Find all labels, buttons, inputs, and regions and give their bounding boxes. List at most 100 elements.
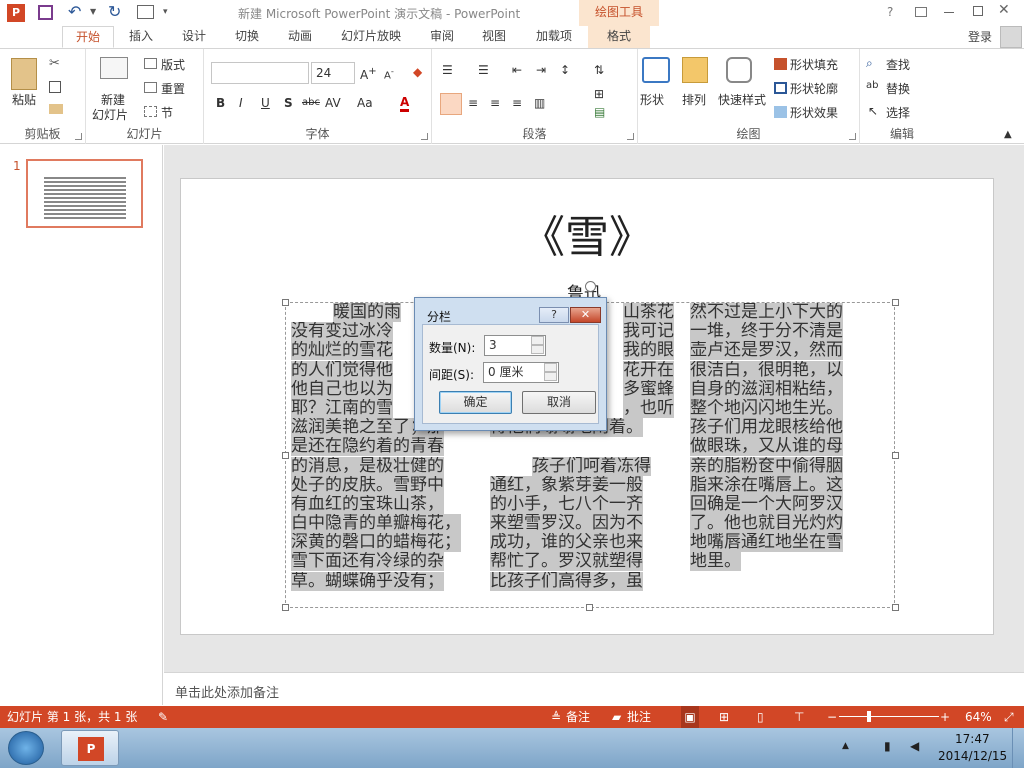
shapes-icon[interactable] bbox=[642, 57, 670, 83]
layout-button[interactable]: 版式 bbox=[161, 56, 185, 73]
count-up-arrow-icon[interactable] bbox=[531, 336, 544, 345]
restore-icon[interactable] bbox=[973, 6, 983, 16]
slide-title[interactable]: 《雪》 bbox=[181, 201, 993, 265]
columns-icon[interactable]: ▥ bbox=[534, 96, 545, 110]
resize-handle[interactable] bbox=[892, 452, 899, 459]
fit-to-window-icon[interactable]: ⤢ bbox=[1004, 706, 1014, 728]
slide-sorter-icon[interactable]: ⊞ bbox=[719, 706, 729, 728]
clock-time[interactable]: 17:47 bbox=[955, 732, 990, 746]
close-window-icon[interactable]: ✕ bbox=[998, 2, 1012, 20]
zoom-out-icon[interactable]: − bbox=[827, 706, 837, 728]
tray-arrow-icon[interactable]: ▲ bbox=[842, 741, 849, 751]
shrink-font-icon[interactable]: A- bbox=[384, 66, 394, 81]
numbering-icon[interactable]: ☰ bbox=[478, 63, 489, 77]
powerpoint-app-icon[interactable]: P bbox=[7, 4, 25, 22]
bullets-icon[interactable]: ☰ bbox=[442, 63, 453, 77]
quick-styles-button[interactable]: 快速样式 bbox=[718, 91, 766, 108]
new-slide-button-2[interactable]: 幻灯片 bbox=[92, 106, 128, 123]
shape-outline-button[interactable]: 形状轮廓 bbox=[790, 80, 838, 97]
tab-design[interactable]: 设计 bbox=[172, 26, 216, 48]
undo-dropdown-icon[interactable]: ▼ bbox=[90, 7, 96, 16]
tray-network-icon[interactable]: ▮ bbox=[884, 739, 891, 753]
slideshow-view-icon[interactable]: ⊤ bbox=[794, 706, 804, 728]
strikethrough-icon[interactable]: abc bbox=[302, 97, 320, 108]
show-desktop-button[interactable] bbox=[1012, 728, 1024, 768]
spacing-down-arrow-icon[interactable] bbox=[544, 372, 557, 381]
zoom-in-icon[interactable]: + bbox=[940, 706, 950, 728]
resize-handle[interactable] bbox=[282, 452, 289, 459]
resize-handle[interactable] bbox=[892, 604, 899, 611]
spacing-up-arrow-icon[interactable] bbox=[544, 363, 557, 372]
clock-date[interactable]: 2014/12/15 bbox=[938, 749, 1007, 763]
format-painter-icon[interactable] bbox=[49, 104, 63, 114]
font-color-icon[interactable]: A bbox=[400, 95, 410, 112]
select-button[interactable]: 选择 bbox=[886, 104, 910, 121]
notes-pane[interactable]: 单击此处添加备注 bbox=[164, 672, 1024, 705]
resize-handle[interactable] bbox=[586, 604, 593, 611]
drawing-launcher-icon[interactable] bbox=[849, 133, 856, 140]
tab-view[interactable]: 视图 bbox=[472, 26, 516, 48]
tab-slideshow[interactable]: 幻灯片放映 bbox=[333, 26, 409, 48]
dialog-close-button[interactable]: ✕ bbox=[570, 307, 601, 323]
align-center-icon[interactable]: ≡ bbox=[468, 96, 478, 110]
tab-addins[interactable]: 加载项 bbox=[528, 26, 580, 48]
save-icon[interactable] bbox=[38, 5, 53, 20]
count-input[interactable]: 3 bbox=[484, 335, 546, 356]
zoom-level[interactable]: 64% bbox=[965, 706, 992, 728]
user-avatar-icon[interactable] bbox=[1000, 26, 1022, 48]
increase-indent-icon[interactable]: ⇥ bbox=[536, 63, 546, 77]
find-button[interactable]: 查找 bbox=[886, 56, 910, 73]
start-from-beginning-icon[interactable] bbox=[137, 5, 154, 19]
align-text-icon[interactable]: ⊞ bbox=[594, 87, 604, 101]
line-spacing-icon[interactable]: ↕ bbox=[560, 63, 570, 77]
underline-icon[interactable]: U bbox=[261, 96, 270, 110]
text-direction-icon[interactable]: ⇅ bbox=[594, 63, 604, 77]
collapse-ribbon-icon[interactable]: ▲ bbox=[1004, 129, 1012, 140]
ok-button[interactable]: 确定 bbox=[439, 391, 512, 414]
align-left-icon[interactable] bbox=[440, 93, 462, 115]
clear-formatting-icon[interactable]: ◆ bbox=[413, 65, 422, 79]
font-size-input[interactable]: 24 bbox=[311, 62, 355, 84]
ribbon-display-options-icon[interactable] bbox=[915, 7, 927, 17]
resize-handle[interactable] bbox=[282, 604, 289, 611]
tab-transitions[interactable]: 切换 bbox=[225, 26, 269, 48]
justify-icon[interactable]: ≡ bbox=[512, 96, 522, 110]
zoom-slider-thumb[interactable] bbox=[867, 711, 871, 722]
align-right-icon[interactable]: ≡ bbox=[490, 96, 500, 110]
shape-fill-button[interactable]: 形状填充 bbox=[790, 56, 838, 73]
redo-icon[interactable]: ↻ bbox=[108, 3, 126, 21]
tab-review[interactable]: 审阅 bbox=[420, 26, 464, 48]
arrange-icon[interactable] bbox=[682, 57, 708, 83]
help-button[interactable]: ? bbox=[887, 5, 893, 19]
font-name-input[interactable] bbox=[211, 62, 309, 84]
notes-button[interactable]: 备注 bbox=[566, 706, 590, 728]
shadow-icon[interactable]: S bbox=[284, 96, 293, 110]
new-slide-icon[interactable] bbox=[100, 57, 128, 79]
decrease-indent-icon[interactable]: ⇤ bbox=[512, 63, 522, 77]
change-case-icon[interactable]: Aa bbox=[357, 96, 373, 110]
count-down-arrow-icon[interactable] bbox=[531, 345, 544, 354]
login-link[interactable]: 登录 bbox=[968, 28, 992, 45]
spacing-input[interactable]: 0 厘米 bbox=[483, 362, 559, 383]
shapes-button[interactable]: 形状 bbox=[640, 91, 664, 108]
dialog-help-button[interactable]: ? bbox=[539, 307, 569, 323]
font-launcher-icon[interactable] bbox=[421, 133, 428, 140]
undo-icon[interactable]: ↶ bbox=[68, 3, 88, 21]
text-column-3[interactable]: 然不过是上小下大的 一堆，终于分不清是 壶卢还是罗汉，然而 很洁白，很明艳，以 自身的滋… bbox=[690, 303, 874, 572]
paragraph-launcher-icon[interactable] bbox=[627, 133, 634, 140]
smartart-icon[interactable]: ▤ bbox=[594, 105, 605, 119]
clipboard-launcher-icon[interactable] bbox=[75, 133, 82, 140]
comments-button[interactable]: 批注 bbox=[627, 706, 651, 728]
tab-insert[interactable]: 插入 bbox=[119, 26, 163, 48]
italic-icon[interactable]: I bbox=[239, 96, 243, 110]
spell-check-icon[interactable]: ✎ bbox=[158, 706, 168, 728]
reading-view-icon[interactable]: ▯ bbox=[757, 706, 764, 728]
quick-styles-icon[interactable] bbox=[726, 57, 752, 83]
grow-font-icon[interactable]: A+ bbox=[360, 66, 377, 82]
tab-animations[interactable]: 动画 bbox=[278, 26, 322, 48]
customize-qat-icon[interactable]: ▾ bbox=[163, 7, 168, 17]
paste-button[interactable]: 粘贴 bbox=[12, 91, 36, 108]
character-spacing-icon[interactable]: AV bbox=[325, 96, 341, 110]
paste-icon[interactable] bbox=[11, 58, 37, 90]
shape-effects-button[interactable]: 形状效果 bbox=[790, 104, 838, 121]
